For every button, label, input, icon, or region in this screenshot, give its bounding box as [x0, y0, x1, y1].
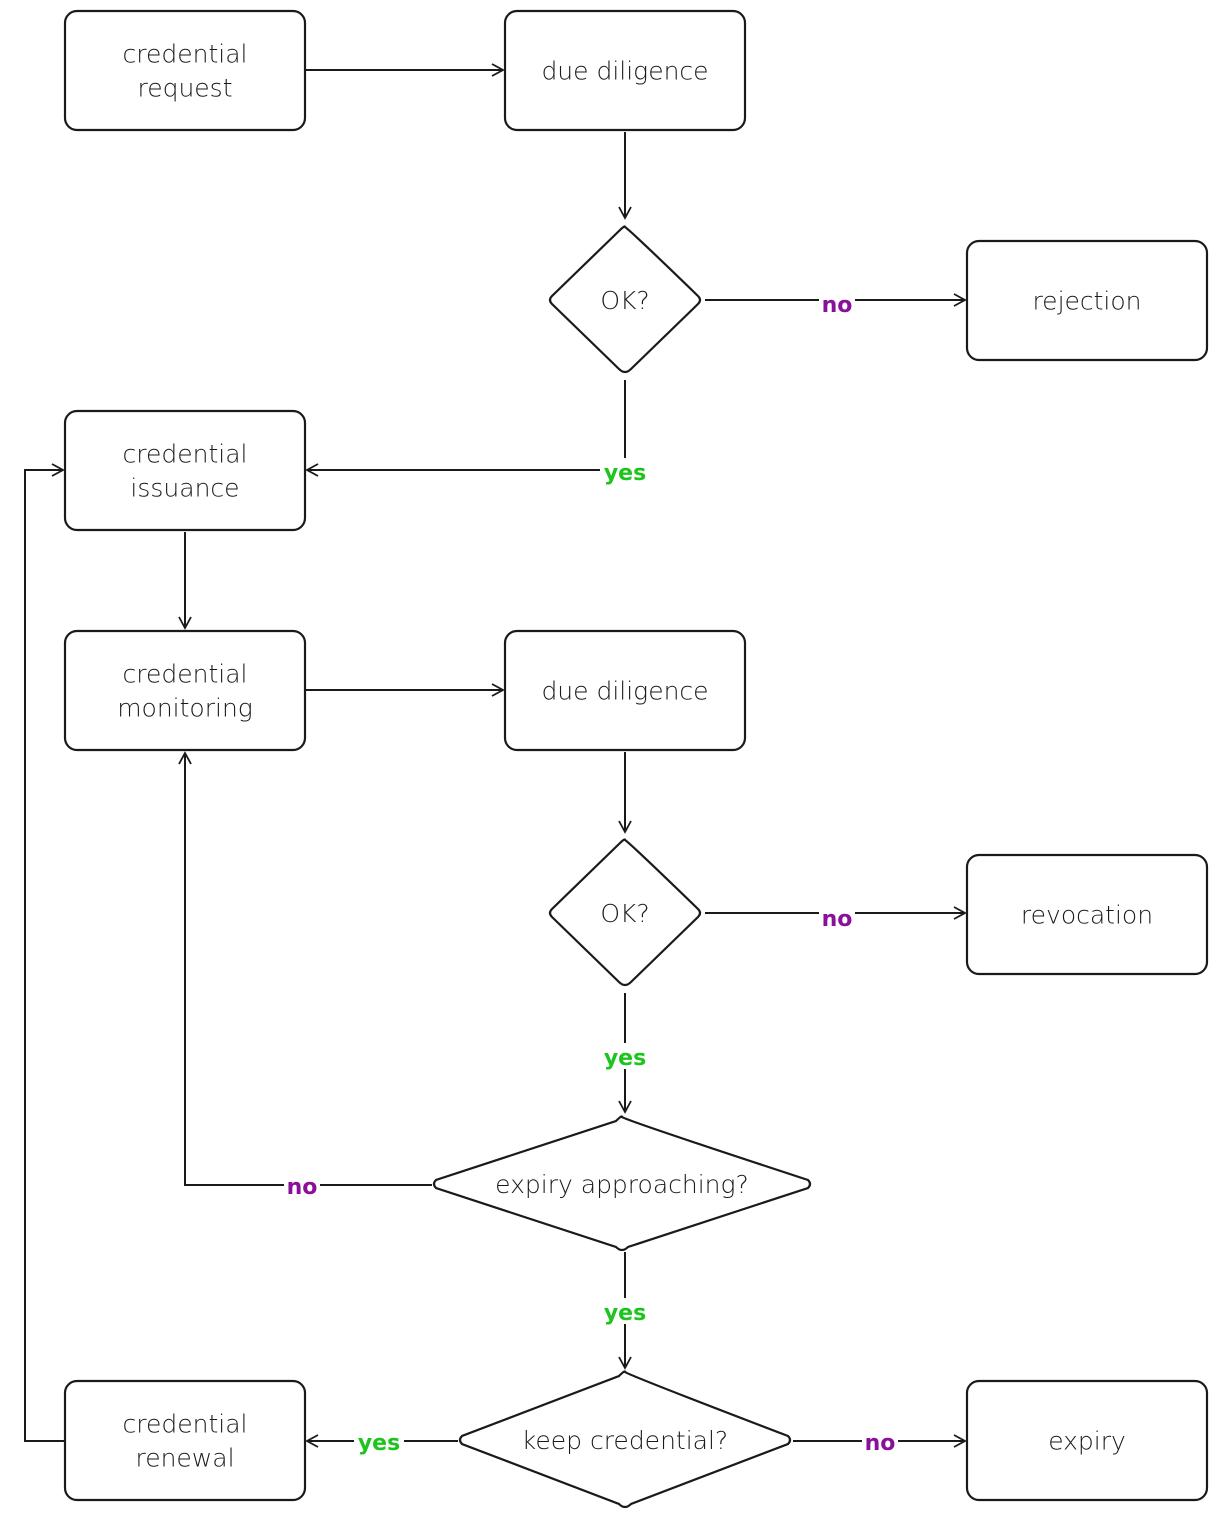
process-box: [63, 1379, 307, 1502]
node-label: credential: [123, 660, 248, 689]
node-label: rejection: [1032, 287, 1141, 316]
edge-label-no: no: [287, 1175, 318, 1200]
edge-expiry_q-to-monitoring: [178, 751, 432, 1186]
node-revocation[interactable]: revocation: [965, 853, 1209, 976]
node-monitoring[interactable]: credential monitoring: [63, 629, 307, 752]
node-label: due diligence: [541, 677, 708, 706]
node-label: expiry approaching?: [495, 1170, 749, 1199]
credential-lifecycle-flowchart: credential request due diligence OK? rejecti…: [24, 9, 1209, 1509]
edge-label-yes: yes: [358, 1431, 400, 1456]
process-box: [63, 409, 307, 532]
edge-renewal-to-issuance: [24, 463, 65, 1442]
node-label: revocation: [1021, 901, 1153, 930]
node-label: OK?: [600, 899, 649, 928]
node-issuance[interactable]: credential issuance: [63, 409, 307, 532]
node-label: credential: [123, 440, 248, 469]
node-label: credential: [123, 1410, 248, 1439]
node-label: expiry: [1048, 1427, 1126, 1456]
edge-label-yes: yes: [604, 1046, 646, 1071]
node-renewal[interactable]: credential renewal: [63, 1379, 307, 1502]
edge-label-no: no: [865, 1431, 896, 1456]
node-label: renewal: [135, 1444, 234, 1473]
process-box: [63, 9, 307, 132]
node-ok1[interactable]: OK?: [548, 225, 702, 374]
edge-label-no: no: [822, 293, 853, 318]
edge-label-no: no: [822, 907, 853, 932]
process-box: [63, 629, 307, 752]
node-label: monitoring: [117, 694, 253, 723]
node-dd2[interactable]: due diligence: [503, 629, 747, 752]
node-label: request: [137, 74, 232, 103]
node-label: issuance: [130, 474, 239, 503]
node-ok2[interactable]: OK?: [548, 838, 702, 987]
node-expiry_q[interactable]: expiry approaching?: [432, 1115, 812, 1252]
node-dd1[interactable]: due diligence: [503, 9, 747, 132]
node-rejection[interactable]: rejection: [965, 239, 1209, 362]
edge-label-yes: yes: [604, 461, 646, 486]
node-label: OK?: [600, 286, 649, 315]
node-label: credential: [123, 40, 248, 69]
node-label: keep credential?: [522, 1426, 728, 1455]
node-request[interactable]: credential request: [63, 9, 307, 132]
edge-label-yes: yes: [604, 1301, 646, 1326]
edge-ok1-to-issuance: [305, 380, 626, 477]
node-label: due diligence: [541, 57, 708, 86]
node-expiry[interactable]: expiry: [965, 1379, 1209, 1502]
node-keep_q[interactable]: keep credential?: [458, 1370, 792, 1509]
